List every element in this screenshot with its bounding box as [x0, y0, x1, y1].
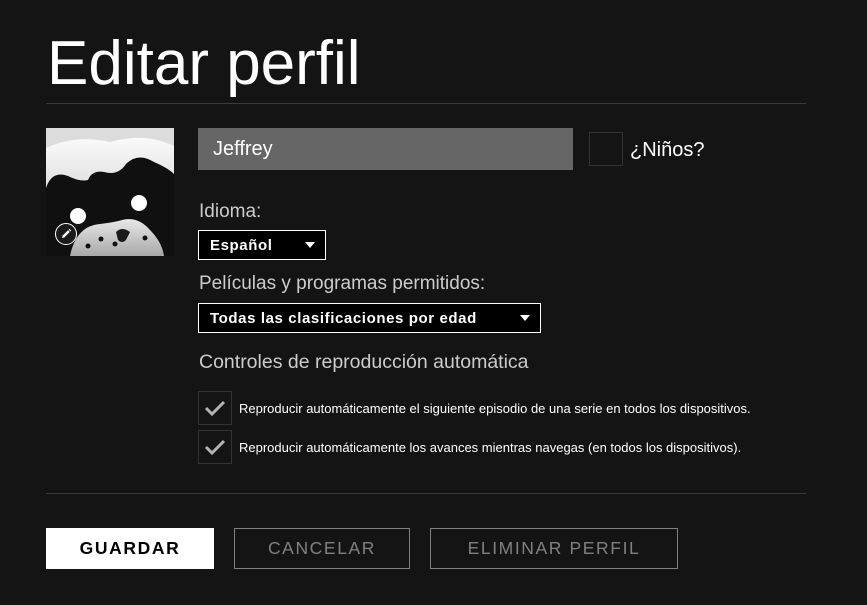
- page-title: Editar perfil: [47, 29, 361, 98]
- language-label: Idioma:: [199, 201, 262, 222]
- language-dropdown[interactable]: Español: [198, 230, 326, 260]
- cancel-button[interactable]: CANCELAR: [234, 528, 410, 569]
- autoplay-next-episode-row: Reproducir automáticamente el siguiente …: [198, 391, 751, 425]
- caret-down-icon: [305, 242, 315, 248]
- profile-name-input[interactable]: [198, 128, 573, 170]
- maturity-label: Películas y programas permitidos:: [199, 273, 486, 294]
- autoplay-next-episode-checkbox[interactable]: [198, 391, 232, 425]
- autoplay-next-episode-label: Reproducir automáticamente el siguiente …: [239, 400, 751, 416]
- delete-profile-button[interactable]: ELIMINAR PERFIL: [430, 528, 678, 569]
- autoplay-previews-row: Reproducir automáticamente los avances m…: [198, 430, 741, 464]
- save-button[interactable]: GUARDAR: [46, 528, 214, 569]
- autoplay-section-title: Controles de reproducción automática: [199, 351, 529, 373]
- footer-divider: [46, 493, 806, 494]
- profile-avatar[interactable]: [46, 128, 174, 256]
- header-divider: [46, 103, 806, 104]
- edit-profile-page: Editar perfil Jeffrey ¿Niños? Idioma: Es…: [0, 0, 867, 605]
- kids-label: ¿Niños?: [630, 139, 705, 161]
- checkmark-icon: [204, 400, 226, 417]
- autoplay-previews-checkbox[interactable]: [198, 430, 232, 464]
- checkmark-icon: [204, 439, 226, 456]
- maturity-selected: Todas las clasificaciones por edad: [210, 309, 477, 327]
- language-selected: Español: [210, 236, 273, 254]
- caret-down-icon: [520, 315, 530, 321]
- pencil-icon[interactable]: [55, 223, 77, 245]
- autoplay-previews-label: Reproducir automáticamente los avances m…: [239, 439, 742, 455]
- kids-checkbox[interactable]: [589, 132, 623, 166]
- maturity-dropdown[interactable]: Todas las clasificaciones por edad: [198, 303, 541, 333]
